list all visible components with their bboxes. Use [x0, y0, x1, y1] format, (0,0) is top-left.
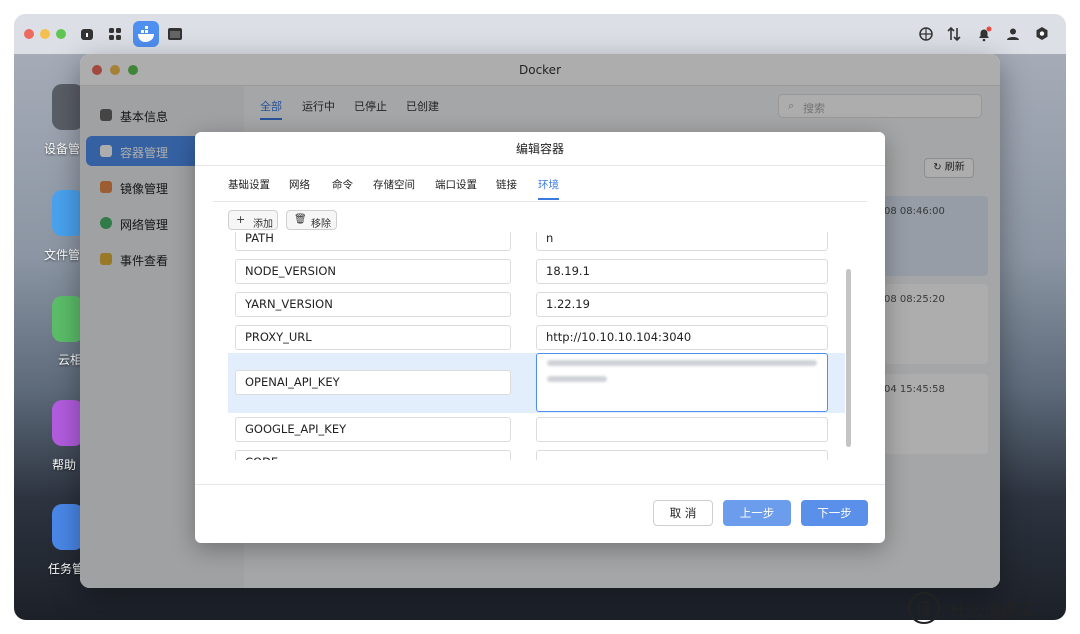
env-value-input[interactable] [536, 450, 828, 460]
tab-command[interactable]: 命令 [332, 177, 353, 192]
env-value-input[interactable]: 1.22.19 [536, 292, 828, 317]
env-row: GOOGLE_API_KEY [228, 413, 845, 446]
watermark-text: 什么值得买 [950, 602, 1035, 622]
remove-button[interactable]: 🗑 移除 [286, 210, 337, 230]
env-row: NODE_VERSION 18.19.1 [228, 255, 845, 288]
env-value-input[interactable]: 18.19.1 [536, 259, 828, 284]
previous-step-button[interactable]: 上一步 [723, 500, 791, 526]
remove-label: 移除 [311, 219, 331, 230]
env-row: CODE [228, 446, 845, 460]
env-list[interactable]: PATH n NODE_VERSION 18.19.1 YARN_VERSION… [228, 232, 845, 460]
dialog-title: 编辑容器 [195, 132, 885, 166]
env-value-input[interactable]: n [536, 232, 828, 251]
add-button[interactable]: + 添加 [228, 210, 278, 230]
tab-network[interactable]: 网络 [289, 177, 310, 192]
env-row-selected: OPENAI_API_KEY [228, 353, 845, 413]
env-key-input[interactable]: CODE [235, 450, 511, 460]
tab-environment[interactable]: 环境 [538, 177, 559, 200]
env-value-input[interactable] [536, 417, 828, 442]
env-key-input[interactable]: YARN_VERSION [235, 292, 511, 317]
watermark-logo: 值 [908, 592, 940, 624]
tab-ports[interactable]: 端口设置 [435, 177, 477, 192]
env-key-input[interactable]: PATH [235, 232, 511, 251]
redacted-text [547, 360, 817, 366]
env-row: YARN_VERSION 1.22.19 [228, 288, 845, 321]
edit-container-dialog: 编辑容器 基础设置 网络 命令 存储空间 端口设置 链接 环境 + 添加 🗑 移… [195, 132, 885, 543]
env-key-input[interactable]: NODE_VERSION [235, 259, 511, 284]
tab-basic-settings[interactable]: 基础设置 [228, 177, 270, 192]
env-value-input[interactable]: http://10.10.10.104:3040 [536, 325, 828, 350]
tab-storage[interactable]: 存储空间 [373, 177, 415, 192]
env-row: PROXY_URL http://10.10.10.104:3040 [228, 321, 845, 354]
env-key-input[interactable]: GOOGLE_API_KEY [235, 417, 511, 442]
redacted-text [547, 376, 607, 382]
tab-links[interactable]: 链接 [496, 177, 517, 192]
plus-icon: + [236, 213, 246, 226]
modal-overlay: 编辑容器 基础设置 网络 命令 存储空间 端口设置 链接 环境 + 添加 🗑 移… [0, 0, 1080, 634]
scrollbar[interactable] [846, 269, 851, 447]
cancel-button[interactable]: 取 消 [653, 500, 713, 526]
add-label: 添加 [253, 219, 273, 230]
divider [213, 201, 867, 202]
next-step-button[interactable]: 下一步 [801, 500, 868, 526]
trash-icon: 🗑 [294, 214, 307, 225]
env-row: PATH n [228, 232, 845, 255]
watermark: 值 什么值得买 [908, 590, 1068, 626]
env-value-input-redacted[interactable] [536, 353, 828, 412]
divider [195, 484, 885, 485]
env-key-input[interactable]: OPENAI_API_KEY [235, 370, 511, 395]
env-key-input[interactable]: PROXY_URL [235, 325, 511, 350]
